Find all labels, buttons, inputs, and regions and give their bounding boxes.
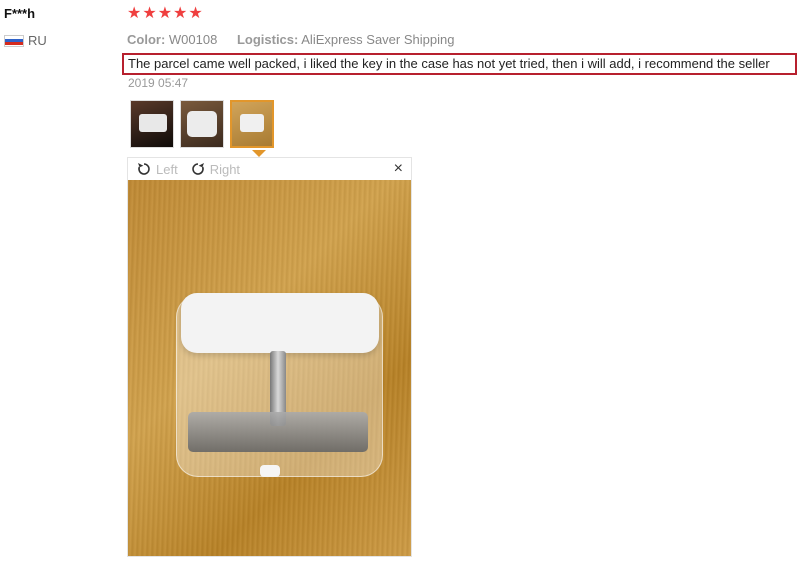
- close-viewer-icon[interactable]: ×: [394, 161, 403, 177]
- review-feedback-text: The parcel came well packed, i liked the…: [122, 53, 797, 75]
- order-meta: Color: W00108 Logistics: AliExpress Save…: [127, 32, 470, 47]
- viewer-toolbar: Left Right ×: [128, 158, 411, 180]
- photo-thumbnail-3[interactable]: [230, 100, 274, 148]
- rotate-left-icon: [138, 163, 150, 175]
- star-icon: ★: [142, 5, 157, 22]
- logistics-label: Logistics:: [236, 32, 299, 47]
- russia-flag-icon: [4, 34, 24, 47]
- rotate-right-icon: [191, 163, 204, 175]
- star-icon: ★: [173, 5, 188, 22]
- review-date: 2019 05:47: [128, 76, 189, 90]
- rotate-left-label: Left: [156, 161, 178, 177]
- active-thumbnail-pointer: [252, 150, 266, 157]
- rotate-left-button[interactable]: Left: [136, 161, 178, 177]
- logistics-value: AliExpress Saver Shipping: [301, 32, 455, 47]
- photo-thumbnail-1[interactable]: [130, 100, 174, 148]
- rotate-right-button[interactable]: Right: [190, 161, 240, 177]
- star-icon: ★: [188, 5, 203, 22]
- photo-viewer: Left Right ×: [127, 157, 412, 557]
- photo-thumbnail-2[interactable]: [180, 100, 224, 148]
- rotate-right-label: Right: [209, 161, 241, 177]
- reviewer-country: RU: [4, 33, 47, 48]
- star-icon: ★: [157, 5, 173, 22]
- star-icon: ★: [127, 5, 142, 22]
- review-photo: [128, 180, 411, 556]
- color-label: Color:: [127, 32, 166, 47]
- photo-thumbnails: [130, 100, 274, 148]
- rating-stars: ★ ★ ★ ★ ★: [127, 6, 203, 22]
- color-value: W00108: [168, 32, 218, 47]
- reviewer-name: F***h: [4, 6, 36, 21]
- country-code: RU: [28, 33, 47, 48]
